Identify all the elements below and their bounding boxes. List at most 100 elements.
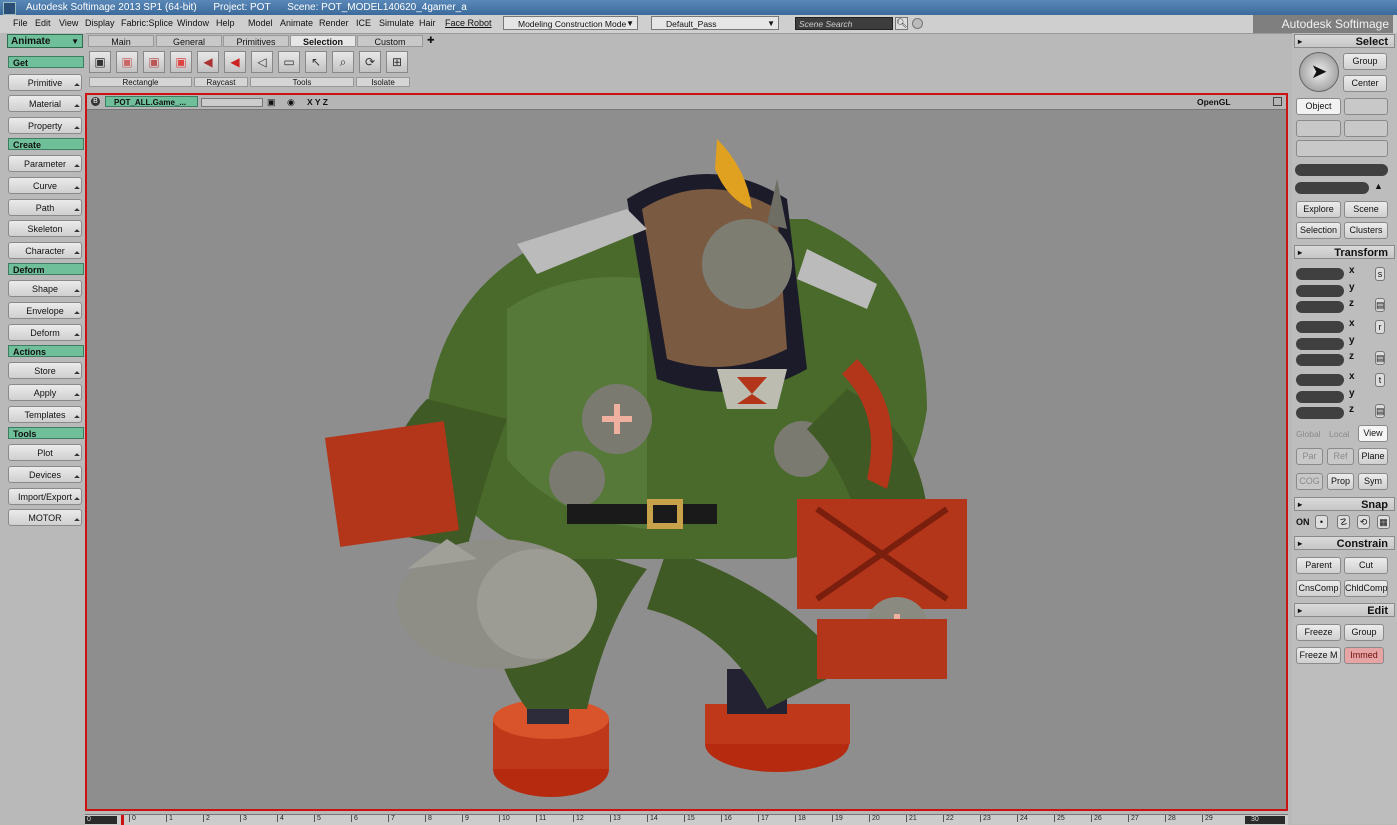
section-create[interactable]: Create [8, 138, 84, 150]
menu-display[interactable]: Display [85, 18, 115, 28]
scene-search-input[interactable]: Scene Search [795, 17, 893, 30]
rotate-z-field[interactable] [1296, 354, 1344, 366]
scale-x-field[interactable] [1296, 268, 1344, 280]
menu-help[interactable]: Help [216, 18, 235, 28]
eye-icon[interactable]: ◉ [287, 95, 295, 109]
layer-toggles[interactable] [201, 98, 263, 107]
object-cube-icon[interactable]: ▣ [89, 51, 111, 73]
tab-custom[interactable]: Custom [357, 35, 423, 47]
spinner-icon[interactable]: ▲ [1374, 181, 1383, 191]
cut-button[interactable]: Cut [1344, 557, 1388, 574]
tab-selection[interactable]: Selection [290, 35, 356, 47]
ref-button[interactable]: Ref [1327, 448, 1354, 465]
shape-button[interactable]: Shape [8, 280, 82, 297]
selection-field[interactable] [1295, 164, 1388, 176]
translate-button[interactable]: t [1375, 373, 1385, 387]
prop-button[interactable]: Prop [1327, 473, 1354, 490]
isolate-icon[interactable]: ⊞ [386, 51, 408, 73]
edit-header[interactable]: Edit [1294, 603, 1395, 618]
camera-icon[interactable]: ▣ [267, 95, 276, 109]
translate-x-field[interactable] [1296, 374, 1344, 386]
menu-ice[interactable]: ICE [356, 18, 371, 28]
constrain-header[interactable]: Constrain [1294, 536, 1395, 551]
selection-name-field[interactable] [1295, 182, 1369, 194]
menu-edit[interactable]: Edit [35, 18, 51, 28]
menu-model[interactable]: Model [248, 18, 273, 28]
snap-options-icon[interactable]: ▦ [1377, 515, 1390, 529]
timeline-start-field[interactable]: 0 [85, 816, 117, 824]
freeform-select-icon[interactable]: ⌕ [332, 51, 354, 73]
center-button[interactable]: Center [1343, 75, 1387, 92]
menu-simulate[interactable]: Simulate [379, 18, 414, 28]
primitive-button[interactable]: Primitive [8, 74, 82, 91]
maximize-viewport-icon[interactable] [1273, 97, 1282, 106]
section-tools[interactable]: Tools [8, 427, 84, 439]
property-button[interactable]: Property [8, 117, 82, 134]
viewport-b-button[interactable]: B [91, 97, 100, 106]
timeline-end-field[interactable]: 30 [1245, 816, 1285, 824]
edge-cube-icon[interactable]: ▣ [143, 51, 165, 73]
tab-general[interactable]: General [156, 35, 222, 47]
translate-z-field[interactable] [1296, 407, 1344, 419]
section-deform[interactable]: Deform [8, 263, 84, 275]
plane-button[interactable]: Plane [1358, 448, 1388, 465]
material-button[interactable]: Material [8, 95, 82, 112]
timeline[interactable]: 0 30 0 1 2 3 4 5 6 7 8 9 10 11 12 13 14 15 16 17 18 19 20 21 2… [85, 814, 1288, 825]
scene-button[interactable]: Scene [1344, 201, 1388, 218]
cycle-select-icon[interactable]: ⟳ [359, 51, 381, 73]
pass-dropdown[interactable]: Default_Pass ▼ [651, 16, 779, 30]
envelope-button[interactable]: Envelope [8, 302, 82, 319]
cog-button[interactable]: COG [1296, 473, 1323, 490]
camera-dropdown[interactable]: POT_ALL.Game_... [105, 96, 198, 107]
axis-labels[interactable]: X Y Z [307, 95, 328, 109]
motor-button[interactable]: MOTOR [8, 509, 82, 526]
snap-header[interactable]: Snap [1294, 497, 1395, 512]
scale-y-field[interactable] [1296, 285, 1344, 297]
lasso-select-icon[interactable]: ↖ [305, 51, 327, 73]
skeleton-button[interactable]: Skeleton [8, 220, 82, 237]
global-button[interactable]: Global [1296, 429, 1321, 439]
rectangle-select-icon[interactable]: ▭ [278, 51, 300, 73]
explore-button[interactable]: Explore [1296, 201, 1341, 218]
path-button[interactable]: Path [8, 199, 82, 216]
parameter-button[interactable]: Parameter [8, 155, 82, 172]
group-button[interactable]: Group [1343, 53, 1387, 70]
raycast-poly-icon[interactable]: ◀ [224, 51, 246, 73]
chldcomp-button[interactable]: ChldComp [1344, 580, 1388, 597]
apply-button[interactable]: Apply [8, 384, 82, 401]
blank-filter-button-3[interactable] [1344, 120, 1388, 137]
viewport[interactable]: B POT_ALL.Game_... ▣ ◉ X Y Z OpenGL [85, 93, 1288, 811]
display-mode-dropdown[interactable]: OpenGL [1197, 95, 1231, 109]
sym-button[interactable]: Sym [1358, 473, 1388, 490]
plot-button[interactable]: Plot [8, 444, 82, 461]
polygon-cube-icon[interactable]: ▣ [170, 51, 192, 73]
clusters-button[interactable]: Clusters [1344, 222, 1388, 239]
parent-button[interactable]: Parent [1296, 557, 1341, 574]
snap-point-icon[interactable]: • [1315, 515, 1328, 529]
menu-animate[interactable]: Animate [280, 18, 313, 28]
section-actions[interactable]: Actions [8, 345, 84, 357]
transform-header[interactable]: Transform [1294, 245, 1395, 260]
menu-window[interactable]: Window [177, 18, 209, 28]
store-button[interactable]: Store [8, 362, 82, 379]
translate-lock-icon[interactable]: ▤ [1375, 404, 1385, 418]
construction-mode-dropdown[interactable]: Modeling Construction Mode ▼ [503, 16, 638, 30]
search-icon[interactable]: 🔍︎ [895, 17, 908, 30]
scale-z-field[interactable] [1296, 301, 1344, 313]
cnscomp-button[interactable]: CnsComp [1296, 580, 1341, 597]
filter-dropdown[interactable] [1296, 140, 1388, 157]
rotate-button[interactable]: r [1375, 320, 1385, 334]
section-get[interactable]: Get [8, 56, 84, 68]
rotate-lock-icon[interactable]: ▤ [1375, 351, 1385, 365]
module-dropdown[interactable]: Animate ▼ [7, 34, 83, 48]
deform-button[interactable]: Deform [8, 324, 82, 341]
edit-group-button[interactable]: Group [1344, 624, 1384, 641]
immed-button[interactable]: Immed [1344, 647, 1384, 664]
menu-face-robot[interactable]: Face Robot [445, 18, 492, 28]
snap-on-toggle[interactable]: ON [1296, 517, 1310, 527]
raycast-point-icon[interactable]: ◀ [197, 51, 219, 73]
translate-y-field[interactable] [1296, 391, 1344, 403]
curve-button[interactable]: Curve [8, 177, 82, 194]
point-cube-icon[interactable]: ▣ [116, 51, 138, 73]
tab-primitives[interactable]: Primitives [223, 35, 289, 47]
